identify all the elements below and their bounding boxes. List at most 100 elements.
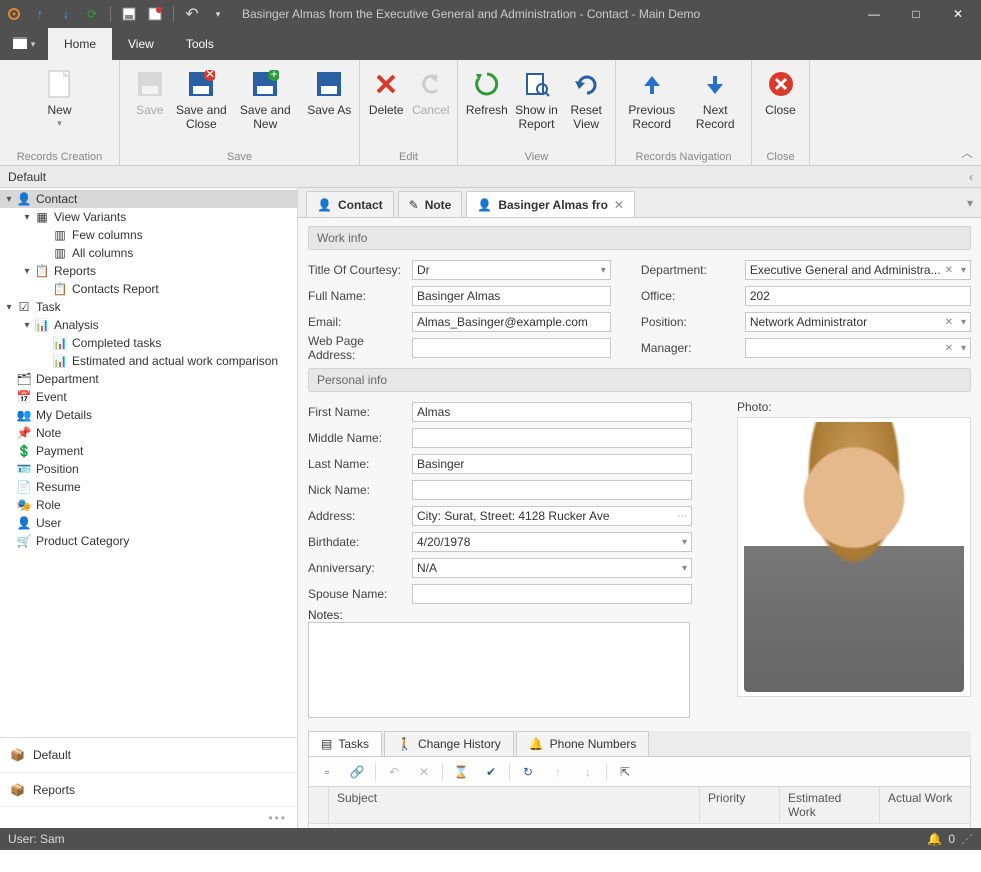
field-email[interactable]: Almas_Basinger@example.com [412, 312, 611, 332]
field-title-courtesy[interactable]: Dr▾ [412, 260, 611, 280]
cancel-button[interactable]: Cancel [409, 64, 454, 148]
col-priority[interactable]: Priority [700, 787, 780, 823]
refresh-button[interactable]: Refresh [462, 64, 512, 148]
file-menu-icon[interactable]: ▾ [0, 28, 48, 60]
field-webpage[interactable] [412, 338, 611, 358]
subtab-phone[interactable]: 🔔Phone Numbers [516, 731, 650, 756]
qa-refresh-icon[interactable]: ⟳ [80, 2, 104, 26]
tree-payment[interactable]: 💲Payment [0, 442, 297, 460]
tree-note[interactable]: 📌Note [0, 424, 297, 442]
floppy-icon [134, 68, 166, 100]
tab-close-icon[interactable]: ✕ [614, 198, 624, 212]
tree-event[interactable]: 📅Event [0, 388, 297, 406]
show-report-button[interactable]: Show in Report [512, 64, 562, 148]
col-estimated[interactable]: Estimated Work [780, 787, 880, 823]
photo-field[interactable] [737, 417, 971, 697]
close-window-button[interactable]: ✕ [937, 0, 979, 28]
field-nick-name[interactable] [412, 480, 692, 500]
tree-reports[interactable]: ▾📋Reports [0, 262, 297, 280]
field-middle-name[interactable] [412, 428, 692, 448]
side-overflow[interactable]: ••• [0, 806, 297, 828]
qa-customize-dropdown[interactable]: ▾ [206, 2, 230, 26]
arrow-down-icon [699, 68, 731, 100]
field-spouse[interactable] [412, 584, 692, 604]
tb-link[interactable]: 🔗 [343, 760, 371, 784]
field-anniversary[interactable]: N/A▾ [412, 558, 692, 578]
tab-tools[interactable]: Tools [170, 28, 230, 60]
col-subject[interactable]: Subject [329, 787, 700, 823]
minimize-button[interactable]: — [853, 0, 895, 28]
tb-up[interactable]: ↑ [544, 760, 572, 784]
save-button[interactable]: Save [124, 64, 176, 148]
nav-collapse-chevron[interactable]: ‹ [969, 170, 973, 184]
tree-completed-tasks[interactable]: 📊Completed tasks [0, 334, 297, 352]
tree-product-category[interactable]: 🛒Product Category [0, 532, 297, 550]
reset-view-button[interactable]: Reset View [561, 64, 611, 148]
tb-export[interactable]: ⇱ [611, 760, 639, 784]
new-button[interactable]: New▾ [28, 64, 92, 148]
tree-contact[interactable]: ▾👤Contact [0, 190, 297, 208]
delete-button[interactable]: Delete [364, 64, 409, 148]
ribbon-collapse-chevron[interactable]: ︿ [961, 144, 973, 161]
field-first-name[interactable]: Almas [412, 402, 692, 422]
save-as-button[interactable]: Save As [303, 64, 355, 148]
col-actual[interactable]: Actual Work [880, 787, 970, 823]
tb-undo[interactable]: ↶ [380, 760, 408, 784]
prev-record-button[interactable]: Previous Record [620, 64, 684, 148]
field-last-name[interactable]: Basinger [412, 454, 692, 474]
field-birthdate[interactable]: 4/20/1978▾ [412, 532, 692, 552]
tab-home[interactable]: Home [48, 28, 112, 60]
tb-new[interactable]: ▫ [313, 760, 341, 784]
field-address[interactable]: City: Surat, Street: 4128 Rucker Ave⋯ [412, 506, 692, 526]
tree-task[interactable]: ▾☑Task [0, 298, 297, 316]
tb-down[interactable]: ↓ [574, 760, 602, 784]
field-notes[interactable] [308, 622, 690, 718]
qa-save-icon[interactable] [117, 2, 141, 26]
qa-down-arrow-icon[interactable]: ↓ [54, 2, 78, 26]
tree-position[interactable]: 🪪Position [0, 460, 297, 478]
maximize-button[interactable]: □ [895, 0, 937, 28]
next-record-button[interactable]: Next Record [684, 64, 748, 148]
save-close-button[interactable]: ✕Save and Close [176, 64, 228, 148]
subtab-change-history[interactable]: 🚶Change History [384, 731, 514, 756]
tree-contacts-report[interactable]: 📋Contacts Report [0, 280, 297, 298]
side-default[interactable]: 📦Default [0, 738, 297, 772]
tree-user[interactable]: 👤User [0, 514, 297, 532]
field-manager[interactable]: ✕▾ [745, 338, 971, 358]
doc-tabs-menu[interactable]: ▾ [967, 196, 973, 210]
tb-check[interactable]: ✔ [477, 760, 505, 784]
tree-resume[interactable]: 📄Resume [0, 478, 297, 496]
qa-save-close-icon[interactable] [143, 2, 167, 26]
tree-department[interactable]: 🗂Department [0, 370, 297, 388]
bell-icon[interactable]: 🔔 [927, 832, 942, 846]
tab-view[interactable]: View [112, 28, 170, 60]
doc-tab-note[interactable]: ✎Note [398, 191, 463, 217]
field-department[interactable]: Executive General and Administra...✕▾ [745, 260, 971, 280]
save-new-button[interactable]: +Save and New [227, 64, 303, 148]
tree-my-details[interactable]: 👥My Details [0, 406, 297, 424]
doc-tab-record[interactable]: 👤Basinger Almas fro✕ [466, 191, 635, 217]
field-full-name[interactable]: Basinger Almas [412, 286, 611, 306]
tree-role[interactable]: 🎭Role [0, 496, 297, 514]
tb-hourglass[interactable]: ⌛ [447, 760, 475, 784]
chart-icon: 📊 [52, 353, 68, 369]
qa-undo-icon[interactable]: ↶ [180, 2, 204, 26]
side-reports[interactable]: 📦Reports [0, 772, 297, 806]
subtab-tasks[interactable]: ▤Tasks [308, 731, 382, 756]
tree-few-columns[interactable]: ▥Few columns [0, 226, 297, 244]
tree-view-variants[interactable]: ▾▦View Variants [0, 208, 297, 226]
close-button[interactable]: Close [756, 64, 805, 148]
field-office[interactable]: 202 [745, 286, 971, 306]
pin-icon: 📌 [16, 425, 32, 441]
tree-est-actual[interactable]: 📊Estimated and actual work comparison [0, 352, 297, 370]
doc-tab-contact[interactable]: 👤Contact [306, 191, 394, 217]
tree-all-columns[interactable]: ▥All columns [0, 244, 297, 262]
tb-refresh[interactable]: ↻ [514, 760, 542, 784]
tree-analysis[interactable]: ▾📊Analysis [0, 316, 297, 334]
tb-delete[interactable]: ✕ [410, 760, 438, 784]
app-icon[interactable] [2, 2, 26, 26]
grid-new-row[interactable]: ✱ Click here to add a new row [309, 824, 970, 828]
qa-up-arrow-icon[interactable]: ↑ [28, 2, 52, 26]
field-position[interactable]: Network Administrator✕▾ [745, 312, 971, 332]
close-circle-icon [765, 68, 797, 100]
